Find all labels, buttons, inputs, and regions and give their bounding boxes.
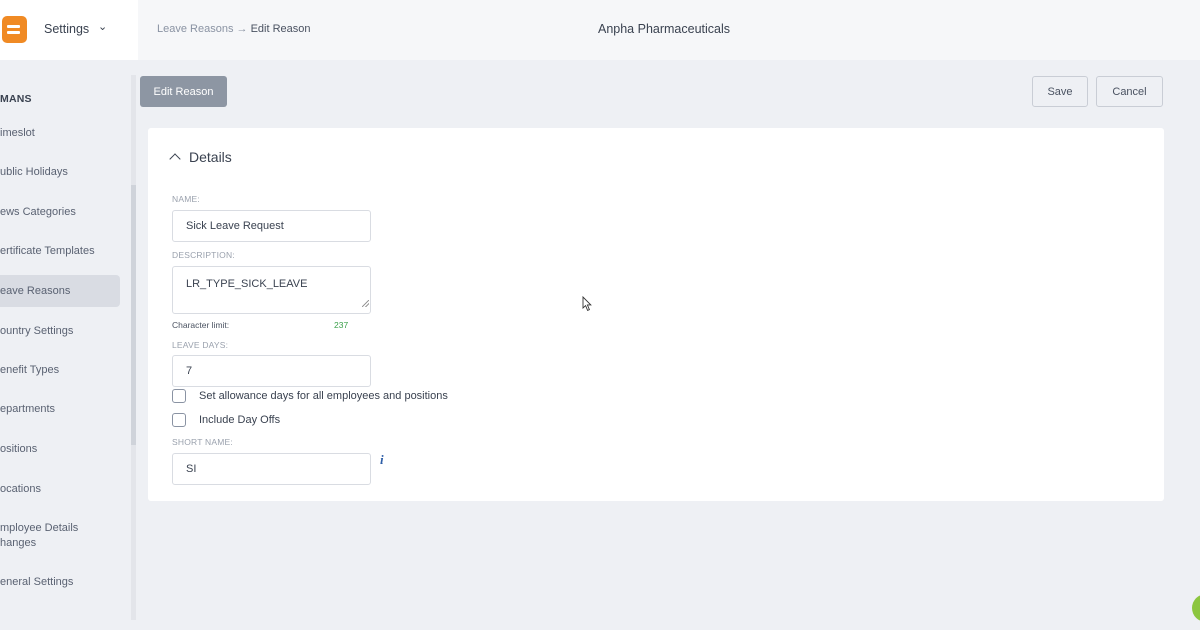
sidebar-item-country-settings[interactable]: ountry Settings bbox=[0, 324, 120, 339]
allowance-checkbox[interactable] bbox=[172, 389, 186, 403]
char-limit-count: 237 bbox=[334, 320, 349, 330]
cancel-button[interactable]: Cancel bbox=[1096, 76, 1163, 107]
sidebar-item-employee-details-changes[interactable]: mployee Details hanges bbox=[0, 521, 120, 551]
help-chat-button[interactable] bbox=[1192, 594, 1200, 622]
allowance-checkbox-row[interactable]: Set allowance days for all employees and… bbox=[172, 389, 448, 403]
sidebar-item-locations[interactable]: ocations bbox=[0, 482, 120, 497]
short-name-input[interactable] bbox=[172, 453, 371, 485]
section-title: Details bbox=[189, 149, 232, 165]
sidebar-item-positions[interactable]: ositions bbox=[0, 442, 120, 457]
leave-days-input[interactable] bbox=[172, 355, 371, 387]
sidebar-item-timeslot[interactable]: imeslot bbox=[0, 126, 120, 141]
info-icon[interactable]: i bbox=[380, 452, 384, 468]
sidebar-item-news-categories[interactable]: ews Categories bbox=[0, 205, 120, 220]
top-bar: Settings ⌄ Leave Reasons → Edit Reason A… bbox=[0, 0, 1200, 60]
sidebar-scrollbar[interactable] bbox=[131, 75, 136, 620]
scrollbar-thumb[interactable] bbox=[131, 185, 136, 445]
allowance-checkbox-label: Set allowance days for all employees and… bbox=[199, 390, 448, 402]
sidebar-item-general-settings[interactable]: eneral Settings bbox=[0, 575, 120, 590]
description-label: DESCRIPTION: bbox=[172, 250, 235, 260]
save-button[interactable]: Save bbox=[1032, 76, 1088, 107]
mouse-cursor-icon bbox=[582, 296, 592, 311]
chevron-up-icon bbox=[169, 153, 181, 165]
sidebar-item-leave-reasons[interactable]: eave Reasons bbox=[0, 275, 120, 307]
sidebar-item-public-holidays[interactable]: ublic Holidays bbox=[0, 165, 120, 180]
details-card: Details NAME: DESCRIPTION: LR_TYPE_SICK_… bbox=[148, 128, 1164, 501]
short-name-label: SHORT NAME: bbox=[172, 437, 233, 447]
page-tag: Edit Reason bbox=[140, 76, 227, 107]
description-textarea[interactable]: LR_TYPE_SICK_LEAVE bbox=[172, 266, 371, 314]
organization-name: Anpha Pharmaceuticals bbox=[597, 22, 731, 36]
day-offs-checkbox-row[interactable]: Include Day Offs bbox=[172, 413, 280, 427]
sidebar-section-title: MANS bbox=[0, 93, 32, 105]
day-offs-checkbox-label: Include Day Offs bbox=[199, 414, 281, 426]
char-limit-label: Character limit: bbox=[172, 320, 230, 330]
sidebar: MANS imeslot ublic Holidays ews Categori… bbox=[0, 60, 136, 630]
leave-days-label: LEAVE DAYS: bbox=[172, 340, 229, 350]
details-section-toggle[interactable]: Details bbox=[168, 149, 232, 165]
sidebar-item-departments[interactable]: epartments bbox=[0, 402, 120, 417]
name-input[interactable] bbox=[172, 210, 371, 242]
resize-handle-icon[interactable] bbox=[362, 300, 369, 307]
sidebar-item-benefit-types[interactable]: enefit Types bbox=[0, 363, 120, 378]
sidebar-item-certificate-templates[interactable]: ertificate Templates bbox=[0, 244, 120, 259]
name-label: NAME: bbox=[172, 194, 200, 204]
sidebar-item-label: eave Reasons bbox=[0, 284, 71, 297]
day-offs-checkbox[interactable] bbox=[172, 413, 186, 427]
